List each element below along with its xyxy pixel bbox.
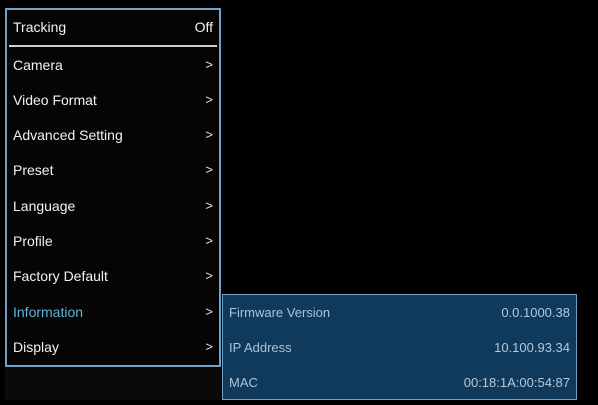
menu-item-label: Preset [13,161,54,178]
menu-item-label: Video Format [13,91,97,108]
info-row-mac: MAC 00:18:1A:00:54:87 [223,365,576,400]
info-value: 10.100.93.34 [494,340,570,355]
info-value: 0.0.1000.38 [501,305,570,320]
information-submenu: Firmware Version 0.0.1000.38 IP Address … [222,294,577,400]
chevron-right-icon: > [205,339,213,354]
menu-item-tracking[interactable]: Tracking Off [7,10,219,44]
info-label: Firmware Version [229,305,331,320]
menu-item-video-format[interactable]: Video Format > [7,82,219,117]
menu-item-label: Tracking [13,19,67,35]
menu-item-camera[interactable]: Camera > [7,47,219,82]
chevron-right-icon: > [205,57,213,72]
tracking-status-value: Off [194,19,213,35]
osd-main-menu: Tracking Off Camera > Video Format > Adv… [5,8,221,367]
menu-item-factory-default[interactable]: Factory Default > [7,258,219,293]
chevron-right-icon: > [205,233,213,248]
menu-item-label: Language [13,197,76,214]
chevron-right-icon: > [205,92,213,107]
chevron-right-icon: > [205,304,213,319]
info-label: MAC [229,375,258,390]
menu-item-label: Display [13,338,59,355]
menu-item-display[interactable]: Display > [7,329,219,364]
info-value: 00:18:1A:00:54:87 [463,375,570,390]
chevron-right-icon: > [205,198,213,213]
chevron-right-icon: > [205,127,213,142]
menu-item-label: Information [13,303,84,320]
chevron-right-icon: > [205,268,213,283]
menu-item-information[interactable]: Information > [7,294,219,329]
menu-item-label: Factory Default [13,267,108,284]
info-row-firmware-version: Firmware Version 0.0.1000.38 [223,295,576,330]
menu-item-label: Profile [13,232,53,249]
menu-item-preset[interactable]: Preset > [7,152,219,187]
menu-item-advanced-setting[interactable]: Advanced Setting > [7,117,219,152]
menu-item-label: Camera [13,56,63,73]
info-row-ip-address: IP Address 10.100.93.34 [223,330,576,365]
menu-item-profile[interactable]: Profile > [7,223,219,258]
menu-shadow [5,367,221,400]
chevron-right-icon: > [205,162,213,177]
info-label: IP Address [229,340,292,355]
menu-item-language[interactable]: Language > [7,188,219,223]
menu-item-label: Advanced Setting [13,126,123,143]
